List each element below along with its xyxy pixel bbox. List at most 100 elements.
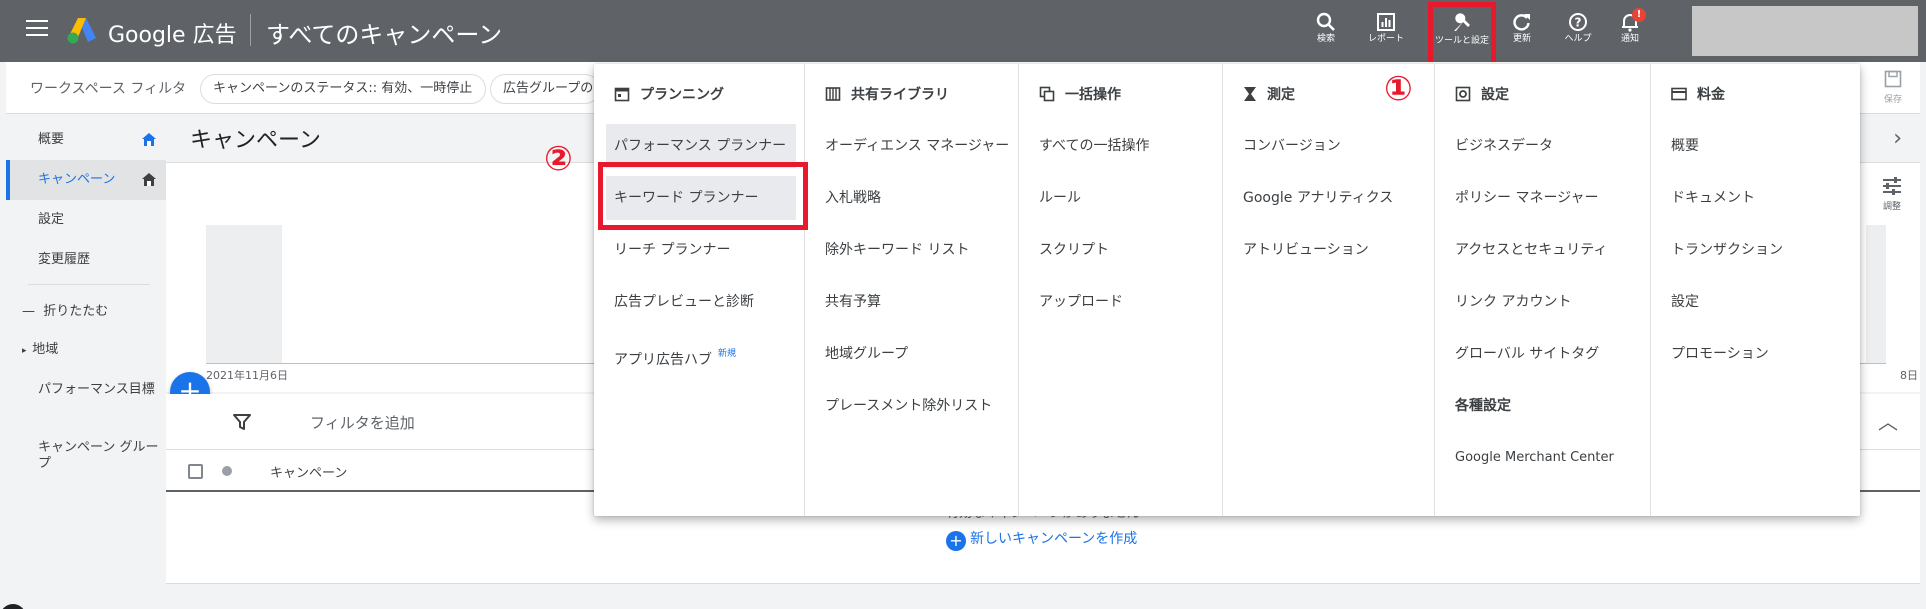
menu-item-audience-manager[interactable]: オーディエンス マネージャー (817, 124, 1009, 168)
help-label: ヘルプ (1564, 34, 1592, 44)
menu-item-shared-budgets[interactable]: 共有予算 (817, 280, 881, 324)
search-label: 検索 (1316, 34, 1335, 44)
menu-item-merchant-center[interactable]: Google Merchant Center (1447, 436, 1614, 480)
adgroup-status-chip[interactable]: 広告グループのステータス (490, 74, 600, 104)
home-icon (142, 133, 156, 146)
adjust-button[interactable]: 調整 (1882, 177, 1902, 212)
menu-heading-setup: 設定 (1455, 84, 1509, 104)
menu-item-preferences[interactable]: 各種設定 (1447, 384, 1511, 428)
account-info[interactable] (1692, 6, 1918, 56)
nav-item-overview[interactable]: 概要 (6, 120, 166, 160)
menu-item-google-analytics[interactable]: Google アナリティクス (1235, 176, 1393, 220)
nav-item-performance-goals[interactable]: パフォーマンス目標 (38, 382, 160, 398)
svg-text:?: ? (1575, 16, 1582, 30)
menu-item-app-ads-hub[interactable]: アプリ広告ハブ 新規 (606, 332, 736, 376)
menu-item-placement-exclusions[interactable]: プレースメント除外リスト (817, 384, 992, 428)
menu-item-documents[interactable]: ドキュメント (1663, 176, 1755, 220)
chart-date-end: 8日 (1900, 369, 1918, 382)
menu-heading-label: 料金 (1697, 87, 1725, 103)
chevron-up-icon[interactable]: ︿ (1878, 406, 1898, 435)
menu-item-promotions[interactable]: プロモーション (1663, 332, 1769, 376)
report-icon (1377, 13, 1395, 31)
chevron-right-icon[interactable]: › (1893, 126, 1902, 151)
menu-item-global-site-tag[interactable]: グローバル サイトタグ (1447, 332, 1599, 376)
side-panel-toggle-icon[interactable]: › (0, 604, 26, 609)
menu-item-uploads[interactable]: アップロード (1031, 280, 1123, 324)
menu-heading-label: 設定 (1481, 87, 1509, 103)
menu-item-access-security[interactable]: アクセスとセキュリティ (1447, 228, 1607, 272)
status-dot-icon (222, 466, 232, 476)
collapse-label: 折りたたむ (43, 304, 109, 319)
menu-item-location-groups[interactable]: 地域グループ (817, 332, 908, 376)
tools-settings-menu: プランニング パフォーマンス プランナー キーワード プランナー リーチ プラン… (594, 64, 1860, 516)
notifications-label: 通知 (1620, 34, 1639, 44)
refresh-button[interactable]: 更新 (1494, 10, 1550, 56)
nav-item-change-history[interactable]: 変更履歴 (6, 240, 166, 280)
select-all-checkbox[interactable] (188, 464, 203, 479)
menu-heading-billing: 料金 (1671, 84, 1725, 104)
menu-item-conversions[interactable]: コンバージョン (1235, 124, 1341, 168)
notification-badge: ! (1632, 8, 1646, 22)
help-button[interactable]: ? ヘルプ (1550, 10, 1606, 56)
column-header-campaign[interactable]: キャンペーン (270, 462, 347, 481)
save-button[interactable]: 保存 (1884, 70, 1902, 105)
menu-heading-planning: プランニング (614, 84, 724, 104)
notifications-button[interactable]: 通知 ! (1602, 8, 1658, 56)
nav-item-label: 地域 (32, 342, 59, 357)
keyword-planner-highlight-box (598, 162, 808, 230)
menu-item-rules[interactable]: ルール (1031, 176, 1081, 220)
google-ads-logo (67, 18, 96, 44)
adjust-label: 調整 (1882, 202, 1901, 212)
campaigns-heading: キャンペーン (190, 128, 321, 153)
menu-item-ad-preview[interactable]: 広告プレビューと診断 (606, 280, 754, 324)
save-icon (1884, 70, 1902, 88)
menu-heading-label: 測定 (1267, 87, 1295, 103)
campaign-status-chip[interactable]: キャンペーンのステータス:: 有効、一時停止 (200, 74, 486, 104)
menu-item-attribution[interactable]: アトリビューション (1235, 228, 1369, 272)
bulk-icon (1039, 86, 1055, 102)
workspace-filter-label: ワークスペース フィルタ (30, 81, 187, 97)
step-1-marker: ① (1384, 69, 1413, 109)
menu-item-negative-keyword-lists[interactable]: 除外キーワード リスト (817, 228, 969, 272)
refresh-label: 更新 (1512, 34, 1531, 44)
menu-item-billing-settings[interactable]: 設定 (1663, 280, 1699, 324)
menu-item-transactions[interactable]: トランザクション (1663, 228, 1783, 272)
menu-item-all-bulk-actions[interactable]: すべての一括操作 (1031, 124, 1149, 168)
report-button[interactable]: レポート (1358, 10, 1414, 56)
nav-divider (28, 284, 150, 285)
add-filter-link[interactable]: フィルタを追加 (310, 412, 415, 433)
nav-collapse-toggle[interactable]: — 折りたたむ (22, 300, 108, 319)
menu-column-measurement: 測定 コンバージョン Google アナリティクス アトリビューション (1222, 64, 1434, 516)
menu-column-bulk-actions: 一括操作 すべての一括操作 ルール スクリプト アップロード (1018, 64, 1222, 516)
menu-heading-label: プランニング (640, 87, 724, 103)
chart-date-start: 2021年11月6日 (206, 369, 288, 382)
menu-heading-label: 共有ライブラリ (851, 87, 949, 103)
menu-column-planning: プランニング パフォーマンス プランナー キーワード プランナー リーチ プラン… (594, 64, 804, 516)
menu-item-business-data[interactable]: ビジネスデータ (1447, 124, 1553, 168)
chart-bar (1866, 225, 1886, 363)
menu-item-bid-strategies[interactable]: 入札戦略 (817, 176, 881, 220)
search-button[interactable]: 検索 (1298, 10, 1354, 56)
nav-item-label: キャンペーン (38, 172, 116, 187)
refresh-icon (1513, 14, 1530, 31)
tune-icon (1883, 177, 1901, 195)
nav-item-campaigns[interactable]: キャンペーン (6, 160, 166, 200)
filter-icon[interactable] (232, 412, 252, 432)
create-campaign-link[interactable]: + 新しいキャンペーンを作成 (946, 528, 1137, 551)
menu-item-billing-summary[interactable]: 概要 (1663, 124, 1699, 168)
hourglass-icon (1244, 87, 1256, 101)
menu-heading-bulk-actions: 一括操作 (1039, 84, 1121, 104)
billing-icon (1671, 87, 1687, 101)
menu-item-scripts[interactable]: スクリプト (1031, 228, 1109, 272)
chart-bar (206, 225, 282, 363)
nav-item-label: 概要 (38, 132, 65, 147)
menu-item-linked-accounts[interactable]: リンク アカウント (1447, 280, 1571, 324)
nav-item-locations[interactable]: ▸ 地域 (22, 342, 144, 359)
hamburger-menu-icon[interactable] (26, 20, 48, 40)
nav-item-settings[interactable]: 設定 (6, 200, 166, 240)
menu-item-policy-manager[interactable]: ポリシー マネージャー (1447, 176, 1598, 220)
menu-item-reach-planner[interactable]: リーチ プランナー (606, 228, 730, 272)
menu-item-label: アプリ広告ハブ (614, 352, 712, 368)
nav-item-campaign-groups[interactable]: キャンペーン グループ (38, 440, 160, 472)
top-app-bar: Google 広告 すべてのキャンペーン 検索 レポート ツールと設定 更新 ?… (0, 0, 1926, 62)
